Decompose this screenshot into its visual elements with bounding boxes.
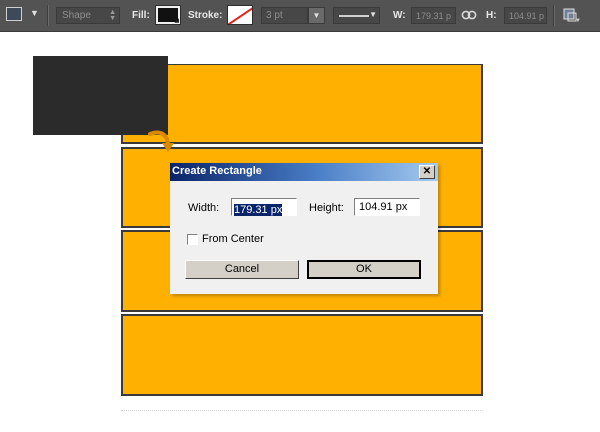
stroke-type-dropdown[interactable]: ▼ (333, 7, 380, 24)
curved-arrow-cursor-icon (148, 130, 174, 152)
dialog-title-bar[interactable]: Create Rectangle ✕ (170, 163, 438, 181)
tool-preset-chevron-icon[interactable]: ▼ (30, 8, 39, 18)
height-input[interactable]: 104.91 px (354, 198, 420, 216)
dark-rectangle-shape[interactable] (33, 56, 168, 135)
fill-swatch[interactable]: ◢ (155, 5, 181, 25)
swatch-dropdown-icon: ◢ (174, 18, 179, 24)
dialog-title: Create Rectangle (172, 165, 262, 177)
chevron-down-icon[interactable]: ▼ (575, 18, 581, 24)
width-input-value: 179.31 px (234, 204, 283, 216)
stroke-width-field[interactable]: 3 pt (261, 7, 308, 24)
stroke-width-dropdown-icon[interactable]: ▼ (308, 7, 325, 24)
divider (553, 5, 555, 26)
from-center-checkbox[interactable] (187, 234, 198, 245)
mode-select[interactable]: Shape ▲ ▼ (56, 7, 120, 24)
height-label: Height: (309, 202, 344, 214)
no-color-slash-icon (228, 6, 252, 24)
width-input[interactable]: 179.31 px (231, 198, 297, 216)
stroke-label: Stroke: (188, 10, 223, 21)
mode-select-value: Shape (62, 10, 91, 21)
divider (47, 5, 49, 26)
stroke-swatch-none[interactable] (227, 5, 253, 25)
orange-rectangle[interactable] (121, 314, 483, 396)
create-rectangle-dialog: Create Rectangle ✕ Width: 179.31 px Heig… (170, 163, 438, 294)
width-label: Width: (188, 202, 220, 214)
width-field[interactable]: 179.31 p (411, 7, 456, 24)
from-center-label[interactable]: From Center (202, 233, 264, 245)
w-label: W: (393, 10, 406, 21)
fill-label: Fill: (132, 10, 150, 21)
link-icon[interactable] (461, 7, 477, 23)
options-bar: ▼ Shape ▲ ▼ Fill: ◢ Stroke: 3 pt ▼ ▼ W: 1… (0, 0, 600, 32)
chevron-down-icon: ▼ (369, 10, 377, 19)
ok-button[interactable]: OK (307, 260, 421, 279)
rectangle-tool-icon[interactable] (6, 7, 22, 21)
height-field[interactable]: 104.91 p (504, 7, 547, 24)
spinner-arrows-icon: ▲ ▼ (109, 9, 116, 22)
canvas-edge (121, 410, 483, 411)
cancel-button[interactable]: Cancel (185, 260, 299, 279)
h-label: H: (486, 10, 497, 21)
close-icon[interactable]: ✕ (419, 165, 435, 179)
solid-line-icon (339, 15, 369, 17)
